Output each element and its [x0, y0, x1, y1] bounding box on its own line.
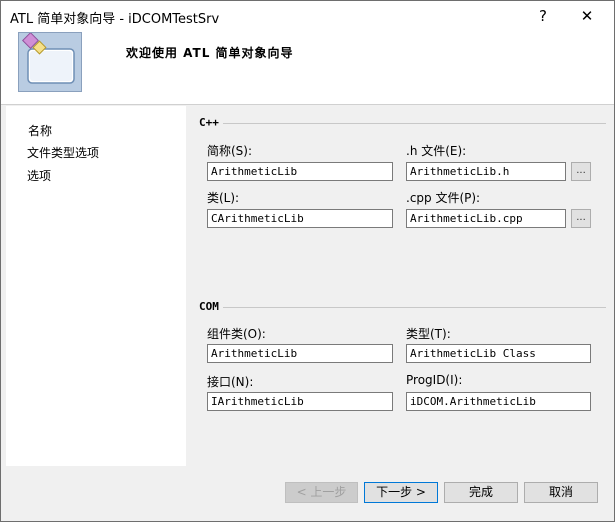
next-button[interactable]: 下一步 >: [364, 482, 438, 503]
coclass-input[interactable]: ArithmeticLib: [207, 344, 393, 363]
interface-input[interactable]: IArithmeticLib: [207, 392, 393, 411]
short-name-input[interactable]: ArithmeticLib: [207, 162, 393, 181]
cancel-button[interactable]: 取消: [524, 482, 598, 503]
nav-item-name[interactable]: 名称: [28, 122, 52, 139]
h-file-label: .h 文件(E):: [406, 144, 467, 158]
help-button[interactable]: ?: [523, 1, 563, 31]
wizard-header-title: 欢迎使用 ATL 简单对象向导: [126, 46, 294, 60]
type-label: 类型(T):: [406, 327, 451, 341]
wizard-header: [1, 31, 614, 103]
finish-button[interactable]: 完成: [444, 482, 518, 503]
previous-button[interactable]: < 上一步: [285, 482, 358, 503]
nav-item-options[interactable]: 选项: [27, 167, 51, 184]
close-button[interactable]: ✕: [567, 1, 607, 31]
h-file-browse-button[interactable]: ...: [571, 162, 591, 181]
cpp-section-divider: [223, 123, 606, 124]
progid-input[interactable]: iDCOM.ArithmeticLib: [406, 392, 591, 411]
nav-item-file-type-options[interactable]: 文件类型选项: [27, 144, 99, 161]
class-input[interactable]: CArithmeticLib: [207, 209, 393, 228]
cpp-file-input[interactable]: ArithmeticLib.cpp: [406, 209, 566, 228]
coclass-label: 组件类(O):: [207, 327, 266, 341]
wizard-nav: 名称 文件类型选项 选项: [6, 106, 186, 466]
cpp-file-browse-button[interactable]: ...: [571, 209, 591, 228]
cpp-section-title: C++: [199, 116, 219, 129]
short-name-label: 简称(S):: [207, 144, 253, 158]
class-label: 类(L):: [207, 191, 240, 205]
cpp-file-label: .cpp 文件(P):: [406, 191, 481, 205]
wizard-icon: [18, 32, 82, 92]
wizard-graphic: [22, 32, 75, 84]
type-input[interactable]: ArithmeticLib Class: [406, 344, 591, 363]
title-bar: ATL 简单对象向导 - iDCOMTestSrv ? ✕: [1, 1, 614, 31]
com-section-title: COM: [199, 300, 219, 313]
interface-label: 接口(N):: [207, 375, 254, 389]
h-file-input[interactable]: ArithmeticLib.h: [406, 162, 566, 181]
progid-label: ProgID(I):: [406, 373, 463, 387]
wizard-footer: < 上一步 下一步 > 完成 取消: [1, 470, 614, 521]
wizard-window: ATL 简单对象向导 - iDCOMTestSrv ? ✕ 欢迎使用 ATL 简…: [0, 0, 615, 522]
window-title: ATL 简单对象向导 - iDCOMTestSrv: [10, 12, 220, 27]
com-section-divider: [223, 307, 606, 308]
